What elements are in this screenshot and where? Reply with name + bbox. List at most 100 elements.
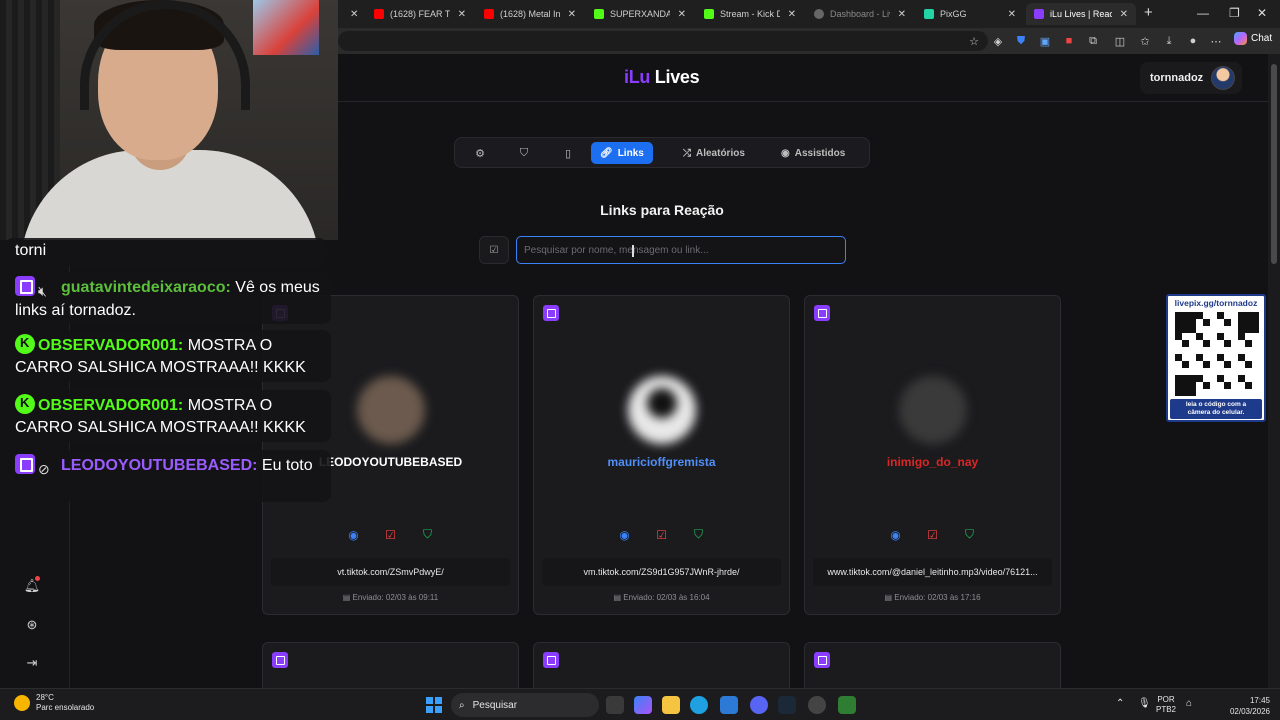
microphone-icon[interactable]: 🎙︎ bbox=[1138, 699, 1151, 709]
shield-icon[interactable]: ⛉ bbox=[420, 527, 435, 542]
shield-icon[interactable]: ⛉ bbox=[962, 527, 977, 542]
avatar bbox=[899, 376, 967, 444]
twitch-icon bbox=[814, 305, 830, 321]
username: tornnadoz bbox=[1150, 72, 1204, 84]
close-icon[interactable]: ✕ bbox=[678, 9, 686, 20]
extension-icon[interactable]: ◈ bbox=[990, 33, 1006, 49]
close-icon[interactable]: ✕ bbox=[1120, 9, 1128, 20]
close-window-icon[interactable]: ✕ bbox=[1257, 6, 1267, 20]
tab-4[interactable]: Stream - Kick Dashb✕ bbox=[696, 3, 804, 25]
card-sent-time: ▤ Enviado: 02/03 às 09:11 bbox=[342, 593, 439, 602]
tab-5[interactable]: Dashboard - LivePix✕ bbox=[806, 3, 914, 25]
store-icon[interactable] bbox=[720, 696, 738, 714]
close-icon[interactable]: ✕ bbox=[568, 9, 576, 20]
eye-icon[interactable]: ◉ bbox=[346, 527, 361, 542]
maximize-icon[interactable]: ❐ bbox=[1229, 6, 1240, 20]
tab-3[interactable]: SUPERXANDAO Stre✕ bbox=[586, 3, 694, 25]
link-card-3[interactable]: inimigo_do_nay ◉ ☑ ⛉ www.tiktok.com/@dan… bbox=[804, 295, 1061, 615]
eye-icon[interactable]: ◉ bbox=[617, 527, 632, 542]
weather-widget[interactable]: 28°C Parc ensolarado bbox=[14, 693, 94, 713]
card-actions: ◉ ☑ ⛉ bbox=[805, 527, 1060, 542]
minimize-icon[interactable]: — bbox=[1197, 6, 1209, 20]
card-username: mauricioffgremista bbox=[607, 455, 716, 469]
chat-message-4: ⊘ LEODOYOUTUBEBASED: Eu toto bbox=[5, 450, 331, 502]
close-icon[interactable]: ✕ bbox=[1008, 9, 1016, 20]
logout-icon[interactable]: ⇥ bbox=[22, 653, 42, 673]
livepix-qr-overlay: livepix.gg/tornnadoz leia o código com a… bbox=[1166, 294, 1266, 422]
card-link[interactable]: www.tiktok.com/@daniel_leitinho.mp3/vide… bbox=[813, 558, 1052, 586]
tab-partial[interactable]: ✕ bbox=[340, 3, 364, 25]
select-all-button[interactable]: ☑ bbox=[479, 236, 509, 264]
scrollbar[interactable] bbox=[1268, 54, 1280, 688]
kick-icon bbox=[15, 392, 35, 414]
split-icon[interactable]: ◫ bbox=[1112, 33, 1128, 49]
steam-icon[interactable] bbox=[778, 696, 796, 714]
more-icon[interactable]: ⋯ bbox=[1208, 33, 1224, 49]
bookmark-icon[interactable]: ▯ bbox=[560, 145, 576, 161]
star-icon[interactable]: ☆ bbox=[966, 33, 982, 49]
twitch-icon bbox=[814, 652, 830, 668]
link-card-2[interactable]: mauricioffgremista ◉ ☑ ⛉ vm.tiktok.com/Z… bbox=[533, 295, 790, 615]
puzzle-icon[interactable]: ⧉ bbox=[1085, 33, 1101, 49]
close-icon[interactable]: ✕ bbox=[788, 9, 796, 20]
support-icon[interactable]: ⊛ bbox=[22, 615, 42, 635]
app-icon[interactable] bbox=[808, 696, 826, 714]
close-icon[interactable]: ✕ bbox=[898, 9, 906, 20]
close-icon[interactable]: ✕ bbox=[350, 9, 358, 20]
edge-icon[interactable] bbox=[690, 696, 708, 714]
bell-icon[interactable]: 🔔︎ bbox=[22, 576, 42, 596]
profile-icon[interactable]: ● bbox=[1185, 33, 1201, 49]
download-icon[interactable]: ⤓ bbox=[1161, 33, 1177, 49]
file-explorer-icon[interactable] bbox=[662, 696, 680, 714]
check-square-icon[interactable]: ☑ bbox=[654, 527, 669, 542]
chevron-up-icon[interactable]: ⌃ bbox=[1116, 699, 1124, 709]
nav-tabs: ⚙ ⛉ ▯ 🔗︎ Links ⤮ Aleatórios ◉ Assistidos bbox=[454, 137, 870, 168]
check-square-icon[interactable]: ☑ bbox=[925, 527, 940, 542]
card-link[interactable]: vt.tiktok.com/ZSmvPdwyE/ bbox=[271, 558, 510, 586]
text-cursor-icon bbox=[632, 245, 638, 257]
twitch-icon bbox=[272, 652, 288, 668]
search-input[interactable] bbox=[516, 236, 846, 264]
tab-1[interactable]: (1628) FEAR THE CLI✕ bbox=[366, 3, 474, 25]
app-logo[interactable]: iLu Lives bbox=[624, 67, 700, 88]
scrollbar-thumb[interactable] bbox=[1271, 64, 1277, 264]
taskbar-search[interactable]: ⌕ Pesquisar bbox=[451, 693, 599, 717]
app-green-icon[interactable] bbox=[838, 696, 856, 714]
livepix-icon bbox=[814, 9, 824, 19]
task-view-icon[interactable] bbox=[606, 696, 624, 714]
kick-icon bbox=[15, 332, 35, 354]
tab-7-active[interactable]: iLu Lives | React ✕ bbox=[1026, 3, 1136, 25]
new-tab-icon[interactable]: + bbox=[1144, 4, 1153, 21]
section-title: Links para Reação bbox=[600, 202, 724, 218]
copilot-app-icon[interactable] bbox=[634, 696, 652, 714]
tab-watched[interactable]: ◉ Assistidos bbox=[772, 142, 854, 164]
favorites-icon[interactable]: ✩ bbox=[1137, 33, 1153, 49]
eye-icon[interactable]: ◉ bbox=[888, 527, 903, 542]
chat-message-1: 🔇︎ guatavintedeixaraoco: Vê os meus links… bbox=[5, 272, 331, 324]
eye-icon: ◉ bbox=[781, 147, 790, 159]
screen: ✕ (1628) FEAR THE CLI✕ (1628) Metal Inst… bbox=[0, 0, 1280, 720]
ext-red-icon[interactable]: ■ bbox=[1061, 33, 1077, 49]
start-button[interactable] bbox=[426, 697, 442, 713]
tab-random[interactable]: ⤮ Aleatórios bbox=[674, 142, 754, 164]
tab-links[interactable]: 🔗︎ Links bbox=[591, 142, 653, 164]
tab-2[interactable]: (1628) Metal Instrum✕ bbox=[476, 3, 584, 25]
settings-icon[interactable]: ⚙ bbox=[472, 145, 488, 161]
card-link[interactable]: vm.tiktok.com/ZS9d1G957JWnR-jhrde/ bbox=[542, 558, 781, 586]
tab-6[interactable]: PixGG ✕ bbox=[916, 3, 1024, 25]
network-icon[interactable]: ⌂ bbox=[1186, 699, 1192, 709]
shield-icon[interactable]: ⛉ bbox=[516, 145, 532, 161]
ilu-icon bbox=[1034, 9, 1044, 19]
copilot-chat-button[interactable]: Chat bbox=[1234, 32, 1272, 45]
language-indicator[interactable]: POR PTB2 bbox=[1156, 695, 1176, 715]
eye-slash-icon: ⊘ bbox=[38, 461, 50, 477]
url-input[interactable] bbox=[338, 31, 988, 51]
translate-icon[interactable]: ▣ bbox=[1037, 33, 1053, 49]
clock[interactable]: 17:45 02/03/2026 bbox=[1200, 695, 1270, 717]
user-menu[interactable]: tornnadoz bbox=[1140, 62, 1242, 94]
close-icon[interactable]: ✕ bbox=[458, 9, 466, 20]
shield-ext-icon[interactable]: ⛊ bbox=[1013, 33, 1029, 49]
discord-icon[interactable] bbox=[750, 696, 768, 714]
check-square-icon[interactable]: ☑ bbox=[383, 527, 398, 542]
shield-icon[interactable]: ⛉ bbox=[691, 527, 706, 542]
